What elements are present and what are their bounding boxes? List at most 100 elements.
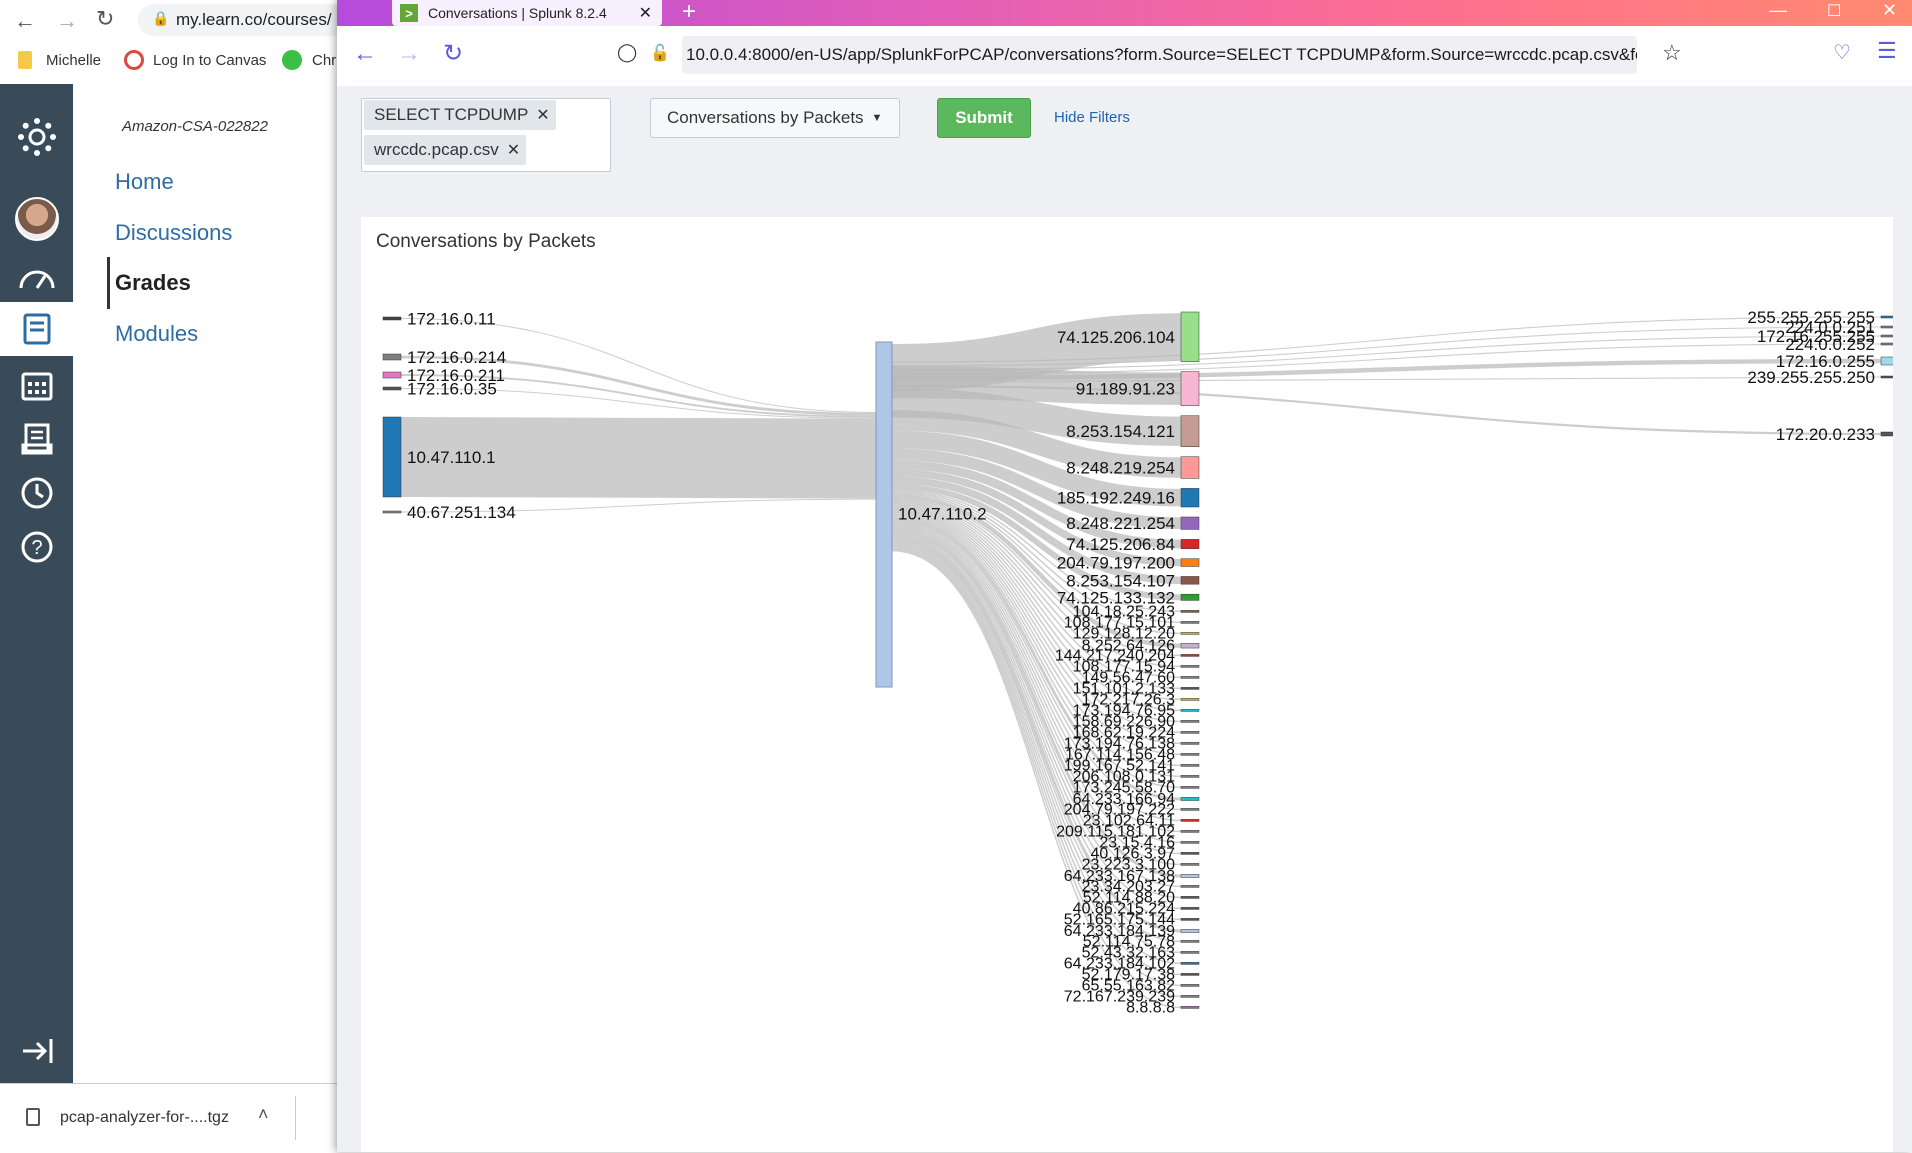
tab-splunk-conversations[interactable]: > Conversations | Splunk 8.2.4 ✕ — [392, 0, 662, 26]
bookmark-star-icon[interactable]: ☆ — [1662, 40, 1682, 66]
canvas-logo-icon[interactable] — [0, 110, 73, 164]
destination-node — [1180, 610, 1200, 613]
pocket-icon[interactable]: ♡ — [1833, 40, 1851, 65]
avatar[interactable] — [0, 192, 73, 246]
reload-icon[interactable]: ↻ — [96, 6, 114, 32]
source-node — [382, 316, 402, 321]
source-label: 172.16.0.11 — [407, 310, 496, 329]
destination-label: 8.253.154.121 — [1066, 422, 1175, 441]
background-address-bar[interactable]: 🔒 my.learn.co/courses/ — [138, 4, 348, 36]
calendar-icon[interactable] — [0, 358, 73, 412]
destination-node — [1180, 786, 1200, 789]
source-node — [382, 510, 402, 514]
destination-node — [1180, 885, 1200, 888]
destination-node — [1180, 742, 1200, 745]
destination-node — [1180, 516, 1200, 530]
splunk-browser-window: > Conversations | Splunk 8.2.4 ✕ + — ☐ ✕… — [337, 0, 1912, 1152]
tab-strip: > Conversations | Splunk 8.2.4 ✕ + — ☐ ✕ — [337, 0, 1912, 26]
broadcast-label: 239.255.255.250 — [1747, 368, 1875, 387]
back-arrow-icon[interactable]: ← — [353, 40, 377, 68]
forward-arrow-icon[interactable]: → — [56, 8, 78, 34]
collapse-nav-icon[interactable] — [0, 1024, 73, 1078]
source-node — [382, 371, 402, 379]
background-url: my.learn.co/courses/ — [176, 10, 332, 29]
lock-icon: 🔒 — [152, 10, 170, 26]
nav-grades-link[interactable]: Grades — [115, 270, 191, 296]
splunk-dashboard: SELECT TCPDUMP ✕ wrccdc.pcap.csv ✕ Conve… — [337, 86, 1912, 1152]
destination-node — [1180, 951, 1200, 954]
download-filename[interactable]: pcap-analyzer-for-....tgz — [60, 1109, 229, 1127]
source-label: 172.16.0.214 — [407, 348, 506, 367]
destination-node — [1180, 456, 1200, 479]
help-icon[interactable]: ? — [0, 520, 73, 574]
nav-discussions-link[interactable]: Discussions — [115, 220, 232, 246]
destination-node — [1180, 819, 1200, 822]
nav-home-link[interactable]: Home — [115, 169, 174, 195]
broadcast-node — [1880, 375, 1893, 379]
destination-node — [1180, 764, 1200, 767]
destination-node — [1180, 753, 1200, 756]
view-dropdown[interactable]: Conversations by Packets ▼ — [650, 98, 900, 138]
forward-arrow-icon[interactable]: → — [397, 40, 421, 68]
reload-icon[interactable]: ↻ — [443, 39, 463, 68]
active-nav-indicator — [107, 257, 110, 309]
destination-label: 91.189.91.23 — [1076, 380, 1175, 399]
address-bar[interactable]: 10.0.0.4:8000/en-US/app/SplunkForPCAP/co… — [682, 36, 1637, 74]
source-multiselect[interactable]: SELECT TCPDUMP ✕ wrccdc.pcap.csv ✕ — [361, 98, 611, 172]
courses-icon[interactable] — [0, 302, 73, 356]
source-label: 10.47.110.1 — [407, 448, 496, 467]
back-arrow-icon[interactable]: ← — [14, 8, 36, 34]
dashboard-icon[interactable] — [0, 250, 73, 304]
bookmarks-bar: Michelle Log In to Canvas Chr — [0, 40, 340, 85]
hide-filters-link[interactable]: Hide Filters — [1054, 109, 1130, 126]
destination-node — [1180, 558, 1200, 567]
destination-label: 8.8.8.8 — [1126, 999, 1175, 1016]
destination-node — [1180, 709, 1200, 712]
inbox-icon[interactable] — [0, 412, 73, 466]
destination-node — [1180, 720, 1200, 723]
close-window-icon[interactable]: ✕ — [1882, 0, 1897, 21]
submit-button[interactable]: Submit — [937, 98, 1031, 138]
course-account-name: Amazon-CSA-022822 — [122, 118, 268, 135]
new-tab-icon[interactable]: + — [682, 0, 696, 26]
chevron-up-icon[interactable]: ˄ — [258, 1104, 269, 1125]
remove-chip-icon[interactable]: ✕ — [536, 105, 549, 125]
insecure-lock-icon[interactable]: 🔓 — [650, 43, 670, 63]
file-icon — [26, 1108, 40, 1126]
destination-node — [1180, 896, 1200, 899]
download-bar: pcap-analyzer-for-....tgz ˄ — [0, 1083, 340, 1153]
destination-node — [1180, 863, 1200, 866]
destination-node — [1180, 621, 1200, 624]
destination-node — [1180, 797, 1200, 801]
nav-modules-link[interactable]: Modules — [115, 321, 198, 347]
destination-node — [1180, 962, 1200, 965]
sankey-chart: 10.47.110.2 172.16.0.11 172.16.0.214 172.16… — [382, 308, 1893, 1016]
destination-node — [1180, 830, 1200, 833]
destination-node — [1180, 576, 1200, 585]
destination-label: 74.125.206.84 — [1066, 535, 1175, 554]
menu-icon[interactable]: ☰ — [1877, 38, 1897, 64]
history-clock-icon[interactable] — [0, 466, 73, 520]
destination-node — [1180, 929, 1200, 933]
folder-icon — [18, 51, 32, 69]
broadcast-label: 172.20.0.233 — [1776, 425, 1875, 444]
bookmark-canvas-login[interactable]: Log In to Canvas — [153, 52, 266, 69]
source-node — [382, 416, 402, 498]
source-node — [382, 353, 402, 361]
destination-node — [1180, 874, 1200, 878]
destination-node — [1180, 1006, 1200, 1009]
destination-node — [1180, 808, 1200, 811]
source-chip-wrccdc: wrccdc.pcap.csv ✕ — [364, 135, 527, 165]
maximize-icon[interactable]: ☐ — [1827, 1, 1841, 21]
minimize-icon[interactable]: — — [1769, 0, 1787, 21]
close-tab-icon[interactable]: ✕ — [639, 3, 652, 23]
shield-icon[interactable]: ◯ — [617, 42, 637, 63]
destination-node — [1180, 918, 1200, 921]
destination-node — [1180, 665, 1200, 668]
bookmark-chr[interactable]: Chr — [312, 52, 336, 69]
broadcast-node — [1880, 356, 1893, 366]
remove-chip-icon[interactable]: ✕ — [507, 140, 520, 160]
bookmark-michelle[interactable]: Michelle — [46, 52, 101, 69]
destination-node — [1180, 654, 1200, 657]
course-navigation: Amazon-CSA-022822 Home Discussions Grade… — [73, 84, 340, 1083]
